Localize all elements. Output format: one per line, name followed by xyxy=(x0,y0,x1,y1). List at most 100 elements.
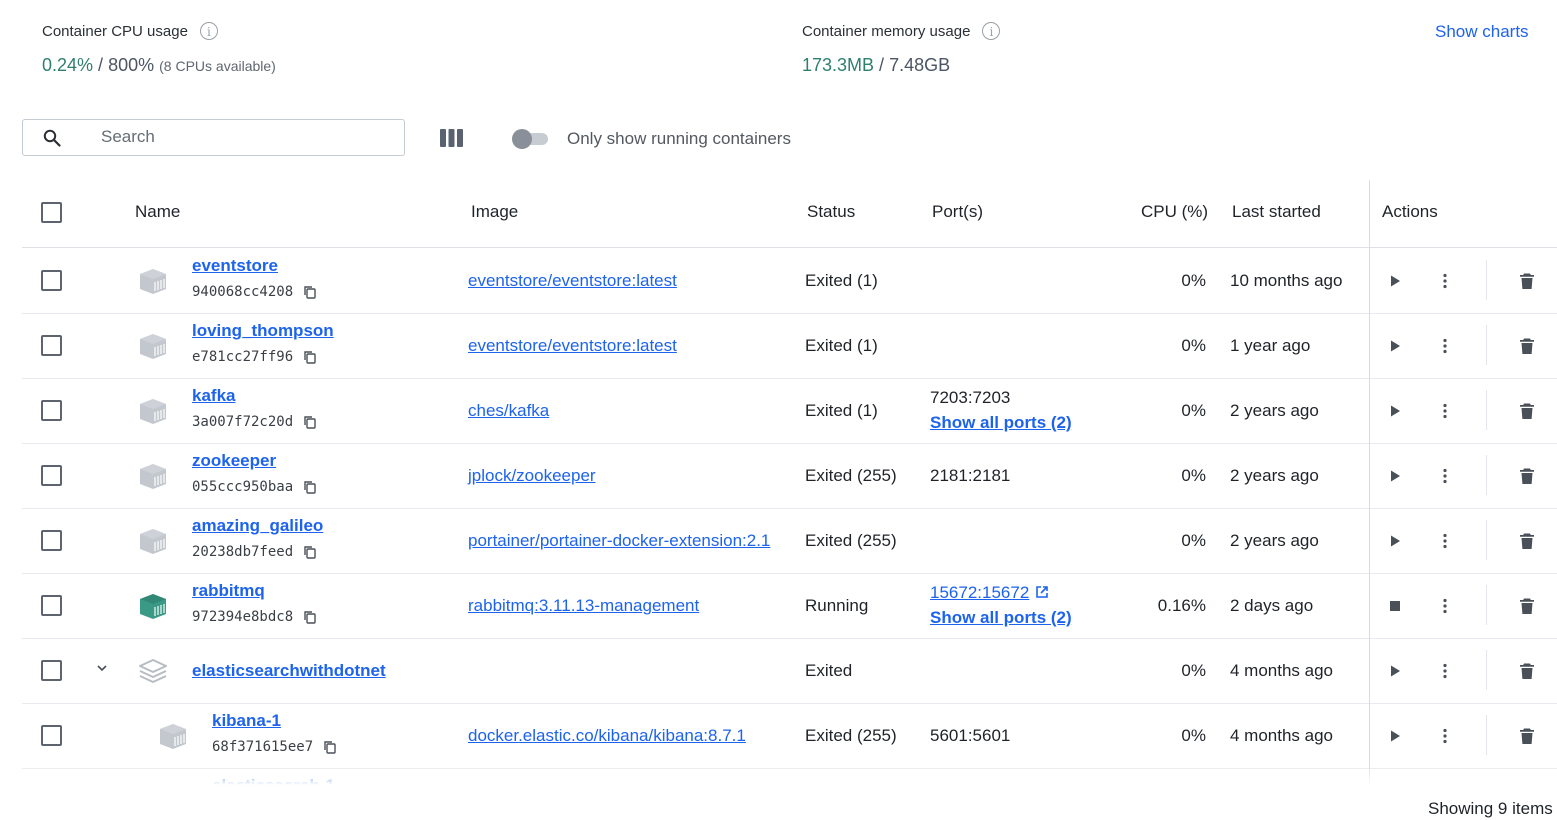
row-checkbox[interactable] xyxy=(41,270,62,291)
search-input[interactable] xyxy=(99,126,393,148)
container-name[interactable]: kafka xyxy=(192,386,235,406)
play-icon[interactable] xyxy=(1387,468,1403,484)
table-row[interactable]: amazing_galileo 20238db7feed portainer/por… xyxy=(22,508,1557,574)
columns-icon[interactable] xyxy=(440,129,463,147)
copy-icon[interactable] xyxy=(303,480,317,494)
more-vert-icon[interactable] xyxy=(1436,597,1454,615)
container-name[interactable]: amazing_galileo xyxy=(192,516,323,536)
container-icon xyxy=(137,395,169,427)
port-mapping: 2181:2181 xyxy=(930,466,1011,485)
image-link[interactable]: rabbitmq:3.11.13-management xyxy=(468,596,699,616)
container-name[interactable]: kibana-1 xyxy=(212,711,281,731)
container-name[interactable]: rabbitmq xyxy=(192,581,265,601)
copy-icon[interactable] xyxy=(303,610,317,624)
stop-icon[interactable] xyxy=(1387,598,1403,614)
info-icon[interactable]: i xyxy=(982,22,1001,40)
row-checkbox[interactable] xyxy=(41,530,62,551)
show-all-ports-link[interactable]: Show all ports (2) xyxy=(930,413,1072,433)
last-started: 2 years ago xyxy=(1230,401,1319,420)
show-charts-link[interactable]: Show charts xyxy=(1435,22,1529,42)
play-icon[interactable] xyxy=(1387,273,1403,289)
column-image[interactable]: Image xyxy=(471,202,518,222)
container-id-text: e781cc27ff96 xyxy=(192,349,294,365)
stack-icon xyxy=(137,655,169,687)
column-actions: Actions xyxy=(1382,202,1438,221)
table-row[interactable]: rabbitmq 972394e8bdc8 rabbitmq:3.11.13-man… xyxy=(22,573,1557,639)
row-checkbox[interactable] xyxy=(41,660,62,681)
container-icon xyxy=(137,265,169,297)
row-checkbox[interactable] xyxy=(41,595,62,616)
column-status[interactable]: Status xyxy=(807,202,855,222)
chevron-down-icon[interactable] xyxy=(94,660,110,676)
container-name[interactable]: eventstore xyxy=(192,256,278,276)
image-link[interactable]: eventstore/eventstore:latest xyxy=(468,336,677,356)
copy-icon[interactable] xyxy=(303,415,317,429)
copy-icon[interactable] xyxy=(303,350,317,364)
external-link-icon[interactable] xyxy=(1035,584,1049,604)
container-id-text: 68f371615ee7 xyxy=(212,739,314,755)
trash-icon[interactable] xyxy=(1518,337,1536,355)
more-vert-icon[interactable] xyxy=(1436,532,1454,550)
select-all-checkbox[interactable] xyxy=(41,202,62,223)
play-icon[interactable] xyxy=(1387,403,1403,419)
image-link[interactable]: eventstore/eventstore:latest xyxy=(468,271,677,291)
copy-icon[interactable] xyxy=(323,740,337,754)
trash-icon[interactable] xyxy=(1518,597,1536,615)
more-vert-icon[interactable] xyxy=(1436,662,1454,680)
column-ports[interactable]: Port(s) xyxy=(932,202,983,222)
last-started: 1 year ago xyxy=(1230,336,1311,355)
memory-separator: / xyxy=(874,55,890,75)
trash-icon[interactable] xyxy=(1518,727,1536,745)
table-row[interactable]: zookeeper 055ccc950baa jplock/zookeeper Exi… xyxy=(22,443,1557,509)
search-icon xyxy=(43,129,61,147)
more-vert-icon[interactable] xyxy=(1436,402,1454,420)
cpu-metric-label: Container CPU usage xyxy=(42,22,188,40)
image-link[interactable]: ches/kafka xyxy=(468,401,549,421)
play-icon[interactable] xyxy=(1387,533,1403,549)
image-link[interactable]: portainer/portainer-docker-extension:2.1 xyxy=(468,531,770,551)
row-checkbox[interactable] xyxy=(41,400,62,421)
last-started: 2 years ago xyxy=(1230,466,1319,485)
trash-icon[interactable] xyxy=(1518,467,1536,485)
more-vert-icon[interactable] xyxy=(1436,337,1454,355)
trash-icon[interactable] xyxy=(1518,662,1536,680)
show-all-ports-link[interactable]: Show all ports (2) xyxy=(930,608,1072,628)
port-mapping[interactable]: 15672:15672 xyxy=(930,583,1049,604)
more-vert-icon[interactable] xyxy=(1436,727,1454,745)
row-checkbox[interactable] xyxy=(41,335,62,356)
column-cpu[interactable]: CPU (%) xyxy=(1141,202,1208,222)
container-name[interactable]: loving_thompson xyxy=(192,321,334,341)
port-mapping: 5601:5601 xyxy=(930,726,1011,745)
table-row[interactable]: kibana-1 68f371615ee7 docker.elastic.co/ki… xyxy=(22,703,1557,769)
status-text: Exited xyxy=(805,661,853,680)
copy-icon[interactable] xyxy=(303,285,317,299)
row-checkbox[interactable] xyxy=(41,465,62,486)
running-only-toggle[interactable] xyxy=(512,129,548,149)
scroll-fade xyxy=(22,765,1557,785)
search-box[interactable] xyxy=(22,119,405,156)
row-checkbox[interactable] xyxy=(41,725,62,746)
info-icon[interactable]: i xyxy=(199,22,218,40)
table-row-group[interactable]: elasticsearchwithdotnet Exited 0% 4 months … xyxy=(22,638,1557,704)
more-vert-icon[interactable] xyxy=(1436,467,1454,485)
trash-icon[interactable] xyxy=(1518,532,1536,550)
running-only-label: Only show running containers xyxy=(567,129,791,148)
container-id-text: 055ccc950baa xyxy=(192,479,294,495)
column-name[interactable]: Name xyxy=(135,202,180,222)
trash-icon[interactable] xyxy=(1518,402,1536,420)
image-link[interactable]: jplock/zookeeper xyxy=(468,466,596,486)
play-icon[interactable] xyxy=(1387,728,1403,744)
table-row[interactable]: kafka 3a007f72c20d ches/kafka Exited (1) 720… xyxy=(22,378,1557,444)
table-row[interactable]: loving_thompson e781cc27ff96 eventstore/ev… xyxy=(22,313,1557,379)
table-row[interactable]: eventstore 940068cc4208 eventstore/eventst… xyxy=(22,248,1557,314)
trash-icon[interactable] xyxy=(1518,272,1536,290)
container-name[interactable]: zookeeper xyxy=(192,451,276,471)
container-name[interactable]: elasticsearchwithdotnet xyxy=(192,661,386,681)
image-link[interactable]: docker.elastic.co/kibana/kibana:8.7.1 xyxy=(468,726,746,746)
play-icon[interactable] xyxy=(1387,338,1403,354)
more-vert-icon[interactable] xyxy=(1436,272,1454,290)
play-icon[interactable] xyxy=(1387,663,1403,679)
copy-icon[interactable] xyxy=(303,545,317,559)
cpu-percent: 0% xyxy=(1181,336,1206,355)
column-last-started[interactable]: Last started xyxy=(1232,202,1321,222)
